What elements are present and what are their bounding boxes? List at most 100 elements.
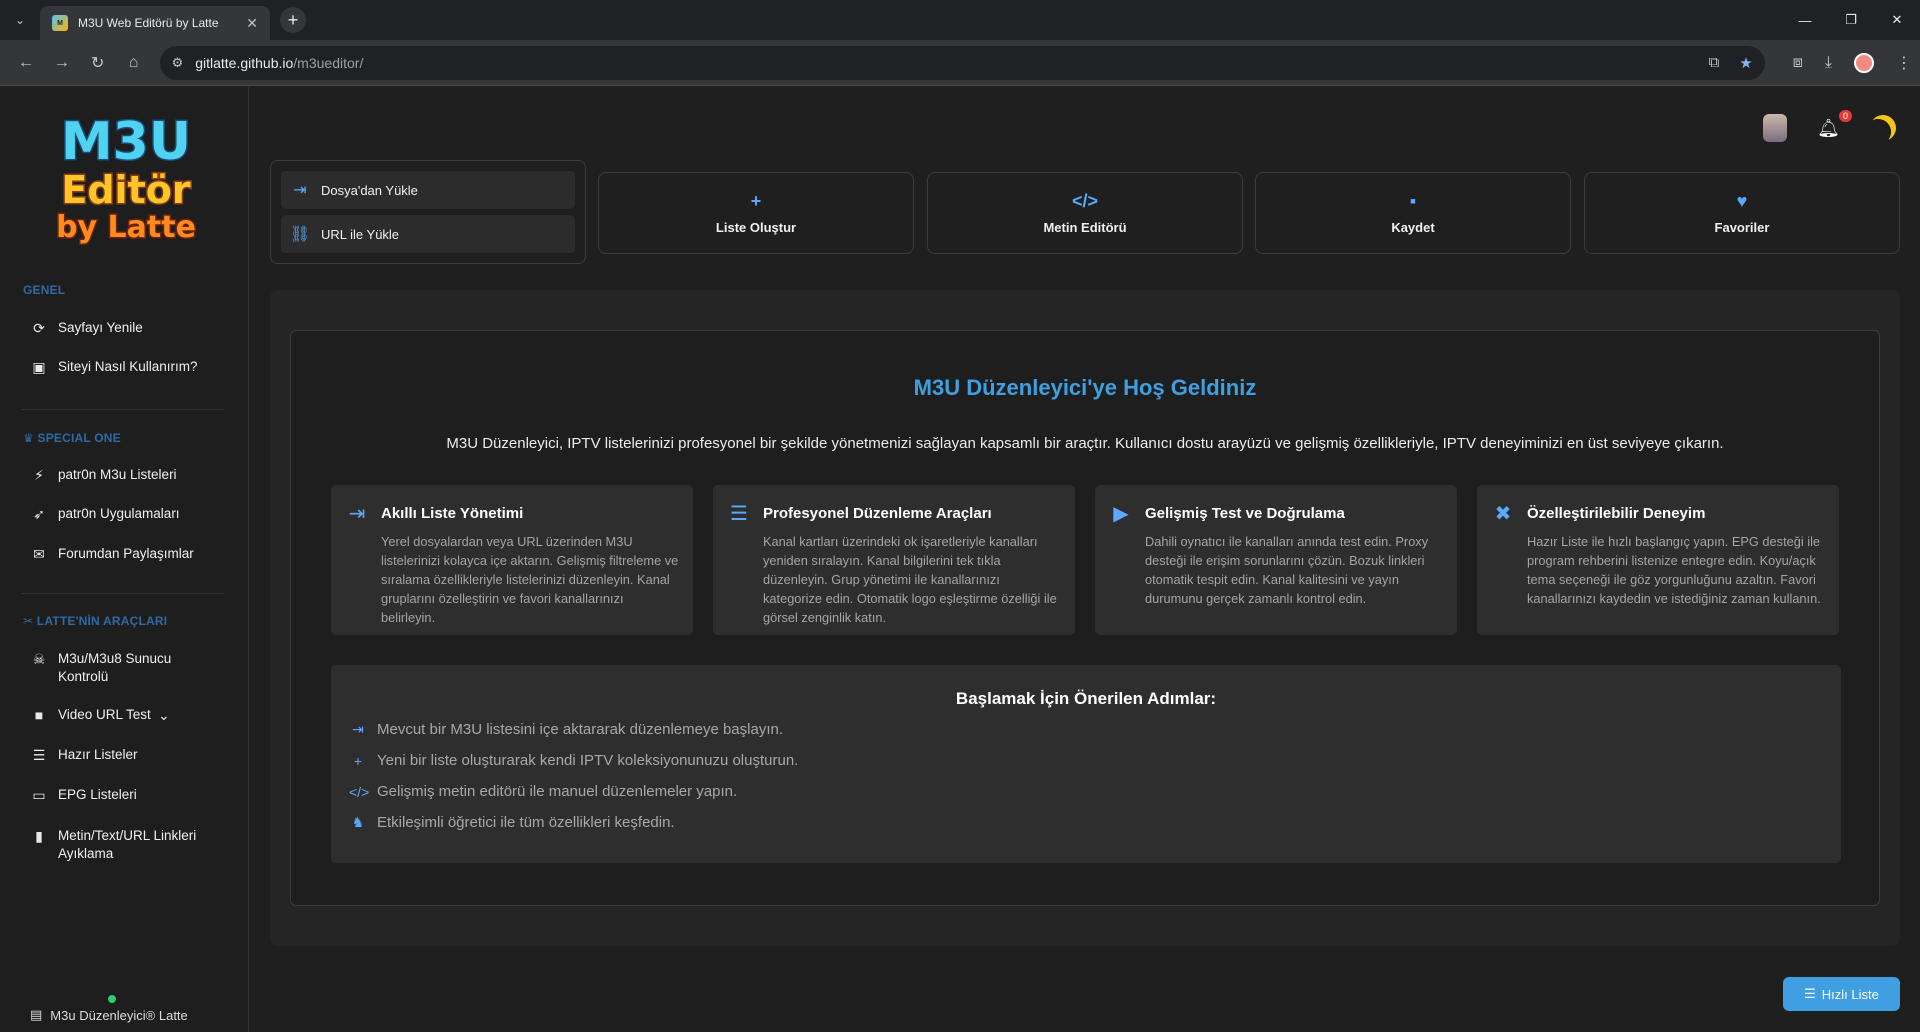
back-icon[interactable]: ← <box>8 45 44 81</box>
skull-icon: ☠ <box>32 651 46 667</box>
sidebar-item-server-check[interactable]: ☠ M3u/M3u8 Sunucu Kontrolü <box>30 650 188 686</box>
plus-icon: + <box>750 191 762 211</box>
forward-icon[interactable]: → <box>44 45 80 81</box>
sidebar-item-video-url-test[interactable]: ■ Video URL Test ⌄ <box>30 706 173 724</box>
save-button[interactable]: ▪ Kaydet <box>1255 172 1571 254</box>
svg-text:M3U: M3U <box>61 112 191 172</box>
step-item: ⇥ Mevcut bir M3U listesini içe aktararak… <box>349 721 783 738</box>
load-panel: ⇥ Dosya'dan Yükle ⛓ URL ile Yükle <box>270 160 586 264</box>
play-circle-icon: ▶ <box>1113 503 1129 525</box>
notifications-bell-icon[interactable]: 🔔︎ 0 <box>1817 109 1852 139</box>
load-from-file-button[interactable]: ⇥ Dosya'dan Yükle <box>281 171 575 209</box>
bolt-icon: ⚡ <box>34 467 44 483</box>
reload-icon[interactable]: ↻ <box>80 45 116 81</box>
file-import-icon: ⇥ <box>293 182 307 199</box>
section-heading-special-one: ♛ SPECIAL ONE <box>23 431 121 445</box>
favorites-button[interactable]: ♥ Favoriler <box>1584 172 1900 254</box>
heart-icon: ♥ <box>1736 191 1748 211</box>
svg-text:Editör: Editör <box>61 168 190 212</box>
welcome-description: M3U Düzenleyici, IPTV listelerinizi prof… <box>446 435 1724 452</box>
code-icon: </> <box>1071 191 1099 211</box>
browser-toolbar: ← → ↻ ⌂ ⚙ gitlatte.github.io/m3ueditor/ … <box>0 40 1920 86</box>
list-icon: ☰ <box>730 503 748 525</box>
tab-close-icon[interactable]: ✕ <box>246 15 258 32</box>
new-tab-button[interactable]: + <box>280 7 306 33</box>
load-from-url-button[interactable]: ⛓ URL ile Yükle <box>281 215 575 253</box>
step-item: ♞ Etkileşimli öğretici ile tüm özellikle… <box>349 814 675 831</box>
video-icon: ■ <box>34 707 44 723</box>
site-settings-icon[interactable]: ⚙ <box>172 55 184 71</box>
url-text: gitlatte.github.io/m3ueditor/ <box>195 54 364 71</box>
sidebar-item-link-extract[interactable]: ▮ Metin/Text/URL Linkleri Ayıklama <box>30 827 208 863</box>
browser-tab[interactable]: M M3U Web Editörü by Latte ✕ <box>40 6 270 40</box>
header-icons: 🔔︎ 0 <box>1763 109 1899 144</box>
file-icon: ▮ <box>35 828 43 844</box>
sidebar: M3U Editör by Latte GENEL ⟳ Sayfayı Yeni… <box>0 87 249 1032</box>
sidebar-item-patron-apps[interactable]: ➶ patr0n Uygulamaları <box>30 505 179 523</box>
id-card-icon: ▤ <box>30 1007 43 1022</box>
sidebar-item-patron-lists[interactable]: ⚡ patr0n M3u Listeleri <box>30 466 176 484</box>
sidebar-divider <box>22 409 224 410</box>
theme-toggle-moon-icon[interactable] <box>1866 111 1899 144</box>
sidebar-item-forum[interactable]: ✉ Forumdan Paylaşımlar <box>30 545 194 563</box>
profile-avatar[interactable] <box>1854 52 1874 73</box>
comments-icon: ✉ <box>33 546 45 562</box>
steps-title: Başlamak İçin Önerilen Adımlar: <box>955 689 1217 708</box>
tools-icon: ✖ <box>1494 503 1512 525</box>
m3u-editor-logo: M3U Editör by Latte <box>55 111 198 247</box>
refresh-icon: ⟳ <box>33 320 45 336</box>
steps-panel: Başlamak İçin Önerilen Adımlar: ⇥ Mevcut… <box>331 665 1841 863</box>
plus-icon: + <box>353 752 363 769</box>
sidebar-item-how-to-use[interactable]: ▣ Siteyi Nasıl Kullanırım? <box>30 358 197 376</box>
step-item: + Yeni bir liste oluşturarak kendi IPTV … <box>349 752 798 769</box>
save-icon: ▪ <box>1409 191 1417 211</box>
minimize-icon[interactable]: — <box>1782 0 1828 40</box>
monitor-icon: ▭ <box>32 787 46 803</box>
browser-tab-bar: ⌄ M M3U Web Editörü by Latte ✕ + — ❐ ✕ <box>0 0 1920 40</box>
bookmark-star-icon[interactable]: ★ <box>1739 54 1752 72</box>
welcome-panel: M3U Düzenleyici'ye Hoş Geldiniz M3U Düze… <box>290 330 1880 906</box>
status-dot <box>108 995 116 1003</box>
feature-card: ▶ Gelişmiş Test ve Doğrulama Dahili oyna… <box>1095 485 1457 635</box>
restore-icon[interactable]: ❐ <box>1828 0 1874 40</box>
quick-list-button[interactable]: ☰ Hızlı Liste <box>1783 977 1900 1011</box>
chevron-down-icon: ⌄ <box>157 707 170 723</box>
address-bar[interactable]: ⚙ gitlatte.github.io/m3ueditor/ ⧉ ★ <box>159 45 1765 80</box>
file-import-icon: ⇥ <box>352 721 364 737</box>
step-item: </> Gelişmiş metin editörü ile manuel dü… <box>349 783 738 800</box>
section-heading-latte-tools: ✂ LATTE'NİN ARAÇLARI <box>23 614 168 628</box>
file-import-icon: ⇥ <box>348 503 366 525</box>
sidebar-item-epg-lists[interactable]: ▭ EPG Listeleri <box>30 786 136 804</box>
list-ol-icon: ☰ <box>1804 986 1816 1001</box>
chalkboard-icon: ▣ <box>32 359 46 375</box>
sidebar-item-refresh[interactable]: ⟳ Sayfayı Yenile <box>30 319 143 337</box>
link-icon: ⛓ <box>289 226 311 243</box>
section-heading-genel: GENEL <box>23 283 66 297</box>
rocket-icon: ➶ <box>33 506 45 522</box>
sidebar-footer: ▤ M3u Düzenleyici® Latte <box>30 1007 188 1023</box>
window-controls: — ❐ ✕ <box>1782 0 1920 40</box>
notification-badge: 0 <box>1838 109 1852 122</box>
user-avatar[interactable] <box>1763 114 1788 142</box>
browser-menu-icon[interactable]: ⋮ <box>1896 53 1912 73</box>
site-favicon-icon: M <box>52 15 68 31</box>
create-list-button[interactable]: + Liste Oluştur <box>598 172 914 254</box>
graduation-cap-icon: ♞ <box>351 814 365 830</box>
close-window-icon[interactable]: ✕ <box>1874 0 1920 40</box>
welcome-title: M3U Düzenleyici'ye Hoş Geldiniz <box>913 375 1257 400</box>
tab-search-chevron-icon[interactable]: ⌄ <box>0 0 40 40</box>
tab-title: M3U Web Editörü by Latte <box>78 16 219 30</box>
sidebar-item-ready-lists[interactable]: ☰ Hazır Listeler <box>30 746 138 764</box>
sidebar-divider <box>22 593 224 594</box>
extensions-icon[interactable]: ⧈ <box>1793 54 1803 72</box>
list-icon: ☰ <box>32 747 46 763</box>
feature-card: ✖ Özelleştirilebilir Deneyim Hazır Liste… <box>1477 485 1839 635</box>
downloads-icon[interactable]: ⤓ <box>1825 54 1832 72</box>
open-in-app-icon[interactable]: ⧉ <box>1709 54 1720 71</box>
feature-card: ☰ Profesyonel Düzenleme Araçları Kanal k… <box>713 485 1075 635</box>
svg-text:by Latte: by Latte <box>56 210 196 245</box>
feature-card: ⇥ Akıllı Liste Yönetimi Yerel dosyalarda… <box>331 485 693 635</box>
text-editor-button[interactable]: </> Metin Editörü <box>927 172 1243 254</box>
code-icon: </> <box>349 783 370 800</box>
home-icon[interactable]: ⌂ <box>116 45 152 81</box>
